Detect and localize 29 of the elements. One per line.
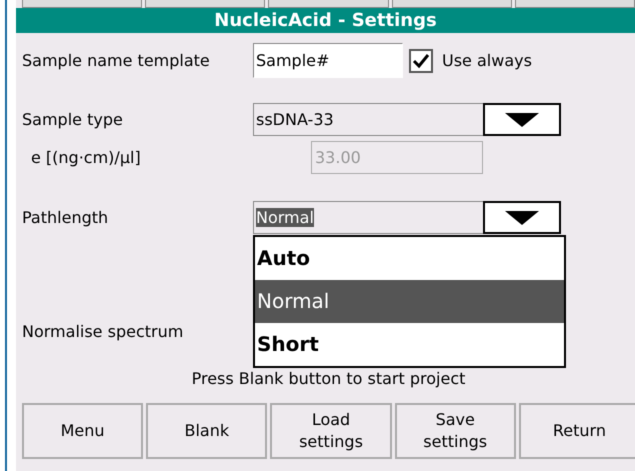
dropdown-option[interactable]: Normal: [255, 280, 564, 323]
dropdown-option[interactable]: Short: [255, 323, 564, 366]
window-title: NucleicAcid - Settings: [16, 8, 635, 33]
checkbox[interactable]: [409, 48, 433, 72]
dropdown-button[interactable]: [483, 201, 561, 234]
field-label: Sample name template: [22, 51, 211, 70]
toolbar-button-edge[interactable]: [514, 0, 635, 8]
toolbar-button[interactable]: Blank: [146, 403, 268, 459]
toolbar-button[interactable]: Menu: [22, 403, 144, 459]
dropdown-field[interactable]: ssDNA-33: [253, 103, 483, 136]
status-message: Press Blank button to start project: [190, 369, 466, 389]
field-label: e [(ng·cm)/µl]: [30, 148, 142, 167]
field-label: Normalise spectrum: [22, 322, 184, 341]
toolbar-button[interactable]: Load settings: [270, 403, 392, 459]
field-label: Sample type: [22, 110, 124, 129]
toolbar-button-edge[interactable]: [145, 0, 266, 8]
toolbar-button-edge[interactable]: [268, 0, 389, 8]
input-field[interactable]: Sample#: [253, 43, 403, 78]
toolbar-button[interactable]: Save settings: [394, 403, 516, 459]
toolbar-button-edge[interactable]: [392, 0, 512, 8]
caret-icon: [505, 210, 539, 224]
field-label: Pathlength: [22, 208, 110, 227]
dropdown-value[interactable]: Normal: [256, 208, 314, 227]
checkbox-label: Use always: [442, 51, 532, 70]
dropdown-button[interactable]: [483, 103, 561, 136]
dropdown-option[interactable]: Auto: [255, 237, 564, 280]
toolbar-button-edge[interactable]: [22, 0, 142, 8]
toolbar-button[interactable]: Return: [518, 403, 635, 459]
caret-icon: [505, 112, 539, 126]
